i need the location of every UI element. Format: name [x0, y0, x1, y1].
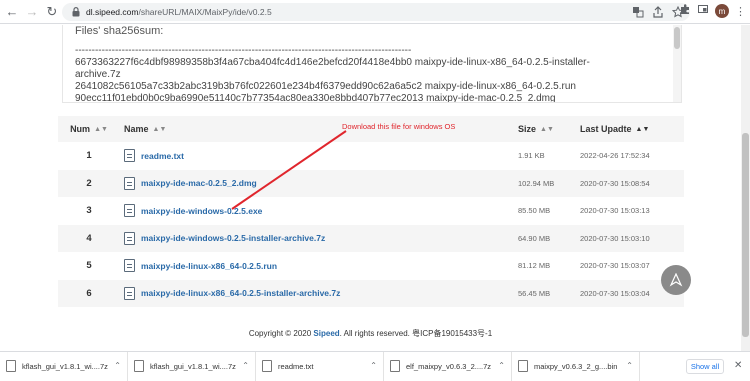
menu-kebab-icon[interactable]: ⋮ — [735, 5, 746, 18]
file-icon — [134, 360, 144, 372]
address-bar[interactable]: dl.sipeed.com/shareURL/MAIX/MaixPy/ide/v… — [62, 3, 690, 21]
download-filename: maixpy_v0.6.3_2_g....bin — [534, 361, 618, 371]
show-all-button[interactable]: Show all — [686, 359, 724, 374]
footer-brand-link[interactable]: Sipeed — [313, 329, 339, 338]
profile-avatar[interactable]: m — [715, 4, 729, 18]
download-item[interactable]: readme.txt ⌃ — [256, 351, 384, 381]
url-text: dl.sipeed.com/shareURL/MAIX/MaixPy/ide/v… — [86, 7, 272, 17]
annotation-arrow — [231, 130, 347, 210]
up-arrow-icon — [669, 273, 683, 287]
download-item[interactable]: maixpy_v0.6.3_2_g....bin ⌃ — [512, 351, 640, 381]
window-icon[interactable] — [697, 2, 709, 20]
chevron-up-icon[interactable]: ⌃ — [242, 361, 249, 370]
browser-toolbar: ← → ↻ dl.sipeed.com/shareURL/MAIX/MaixPy… — [0, 0, 750, 24]
translate-icon[interactable] — [632, 5, 644, 23]
file-icon — [390, 360, 400, 372]
file-icon — [262, 360, 272, 372]
extensions-icon[interactable] — [679, 2, 691, 20]
lock-icon[interactable] — [68, 7, 84, 17]
page-content: Files' sha256sum: ----------------------… — [0, 25, 750, 351]
close-icon[interactable]: ✕ — [734, 360, 742, 371]
footer-copyright: Copyright © 2020 Sipeed. All rights rese… — [248, 329, 493, 338]
file-icon — [6, 360, 16, 372]
chevron-up-icon[interactable]: ⌃ — [498, 361, 505, 370]
download-filename: readme.txt — [278, 361, 314, 371]
download-item[interactable]: kflash_gui_v1.8.1_wi....7z ⌃ — [128, 351, 256, 381]
reload-button[interactable]: ↻ — [42, 2, 62, 22]
scroll-to-top-button[interactable] — [661, 265, 691, 295]
download-filename: kflash_gui_v1.8.1_wi....7z — [22, 361, 108, 371]
download-filename: kflash_gui_v1.8.1_wi....7z — [150, 361, 236, 371]
chevron-up-icon[interactable]: ⌃ — [370, 361, 377, 370]
back-button[interactable]: ← — [2, 2, 22, 22]
forward-button[interactable]: → — [22, 2, 42, 22]
download-shelf: kflash_gui_v1.8.1_wi....7z ⌃ kflash_gui_… — [0, 351, 750, 381]
file-icon — [518, 360, 528, 372]
download-filename: elf_maixpy_v0.6.3_2....7z — [406, 361, 492, 371]
page-scrollbar[interactable] — [741, 25, 750, 351]
chevron-up-icon[interactable]: ⌃ — [626, 361, 633, 370]
chevron-up-icon[interactable]: ⌃ — [114, 361, 121, 370]
download-item[interactable]: kflash_gui_v1.8.1_wi....7z ⌃ — [0, 351, 128, 381]
download-item[interactable]: elf_maixpy_v0.6.3_2....7z ⌃ — [384, 351, 512, 381]
share-icon[interactable] — [652, 5, 664, 23]
